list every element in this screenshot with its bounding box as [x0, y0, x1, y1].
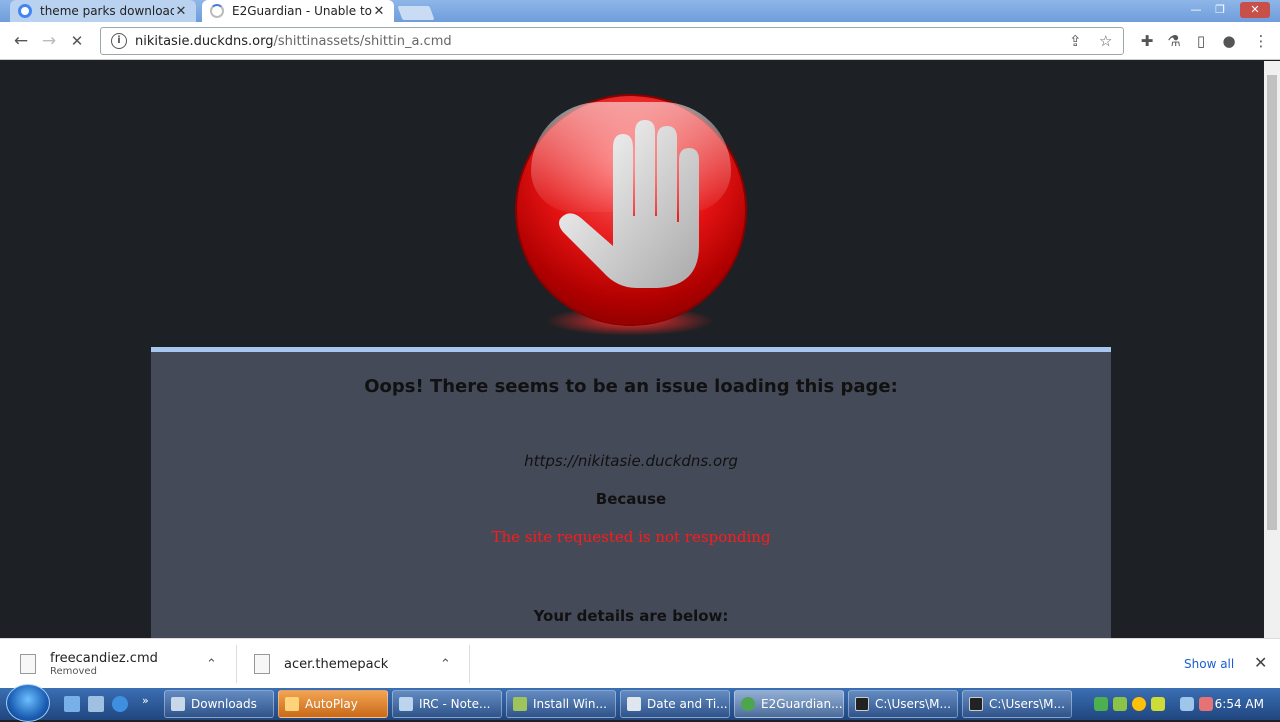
- profile-icon[interactable]: ●: [1218, 30, 1240, 52]
- download-item[interactable]: acer.themepack ⌃: [254, 639, 464, 689]
- chrome-icon: [741, 697, 755, 711]
- show-all-button[interactable]: Show all: [1184, 657, 1234, 671]
- download-item[interactable]: freecandiez.cmd Removed ⌃: [20, 639, 230, 689]
- divider: [469, 645, 470, 683]
- task-install[interactable]: Install Win...: [506, 690, 616, 718]
- chevron-up-icon[interactable]: ⌃: [440, 657, 451, 672]
- network-icon[interactable]: [1094, 697, 1108, 711]
- blocked-site: https://nikitasie.duckdns.org: [524, 452, 738, 470]
- tab-strip: theme parks downloads ✕ E2Guardian - Una…: [0, 0, 1280, 22]
- show-desktop-icon[interactable]: [64, 696, 80, 712]
- 7zip-icon: [969, 697, 983, 711]
- url-host: nikitasie.duckdns.org: [135, 33, 274, 49]
- download-filename: acer.themepack: [284, 656, 389, 672]
- hand-shape: [559, 120, 699, 288]
- google-icon: [18, 4, 32, 18]
- 7zip-icon: [855, 697, 869, 711]
- tab-title: theme parks downloads: [40, 4, 174, 18]
- internet-explorer-icon[interactable]: [112, 696, 128, 712]
- file-icon: [20, 654, 36, 674]
- restore-button[interactable]: ❐: [1208, 2, 1232, 18]
- smiley-icon[interactable]: [1132, 697, 1146, 711]
- error-heading: Oops! There seems to be an issue loading…: [364, 376, 898, 397]
- loading-spinner-icon: [210, 4, 224, 18]
- details-heading: Your details are below:: [533, 607, 729, 625]
- system-tray: 6:54 AM: [1094, 688, 1280, 720]
- task-label: AutoPlay: [305, 697, 358, 711]
- task-cmd-1[interactable]: C:\Users\M...: [848, 690, 958, 718]
- clock-settings-icon: [627, 697, 641, 711]
- monitor-icon[interactable]: [1180, 697, 1194, 711]
- new-tab-button[interactable]: [397, 6, 435, 20]
- task-irc-notepad[interactable]: IRC - Note...: [392, 690, 502, 718]
- labs-icon[interactable]: ⚗: [1163, 30, 1185, 52]
- task-autoplay[interactable]: AutoPlay: [278, 690, 388, 718]
- block-reason: The site requested is not responding: [491, 528, 771, 546]
- task-label: E2Guardian...: [761, 697, 843, 711]
- bookmark-star-icon[interactable]: ☆: [1099, 32, 1112, 50]
- side-panel-icon[interactable]: ▯: [1190, 30, 1212, 52]
- divider: [236, 645, 237, 683]
- tab-title: E2Guardian - Unable to: [232, 4, 372, 18]
- extensions-icon[interactable]: ✚: [1136, 30, 1158, 52]
- close-tab-icon[interactable]: ✕: [174, 4, 188, 19]
- share-icon[interactable]: ⇪: [1069, 32, 1082, 50]
- because-label: Because: [595, 490, 667, 508]
- tab-e2guardian[interactable]: E2Guardian - Unable to ✕: [202, 0, 394, 22]
- error-panel: Oops! There seems to be an issue loading…: [151, 347, 1111, 638]
- info-icon[interactable]: i: [111, 33, 127, 49]
- start-button[interactable]: [6, 684, 50, 722]
- stop-button[interactable]: ✕: [66, 30, 88, 52]
- task-downloads[interactable]: Downloads: [164, 690, 274, 718]
- autoplay-icon: [285, 697, 299, 711]
- close-tab-icon[interactable]: ✕: [372, 4, 386, 19]
- taskbar: » Downloads AutoPlay IRC - Note... Insta…: [0, 684, 1280, 722]
- forward-button[interactable]: →: [38, 30, 60, 52]
- url-text[interactable]: nikitasie.duckdns.org/shittinassets/shit…: [135, 34, 452, 49]
- url-path: /shittinassets/shittin_a.cmd: [273, 33, 452, 49]
- page-content: Oops! There seems to be an issue loading…: [0, 61, 1264, 638]
- task-label: Install Win...: [533, 697, 607, 711]
- installer-icon: [513, 697, 527, 711]
- switch-windows-icon[interactable]: [88, 696, 104, 712]
- task-date-time[interactable]: Date and Ti...: [620, 690, 730, 718]
- task-label: C:\Users\M...: [875, 697, 951, 711]
- tray-app-icon[interactable]: [1113, 697, 1127, 711]
- tab-theme-parks[interactable]: theme parks downloads ✕: [10, 0, 196, 22]
- task-label: C:\Users\M...: [989, 697, 1065, 711]
- back-button[interactable]: ←: [10, 30, 32, 52]
- close-download-bar-icon[interactable]: ✕: [1254, 653, 1267, 672]
- scrollbar-thumb[interactable]: [1267, 75, 1277, 530]
- page-scrollbar[interactable]: [1264, 61, 1280, 638]
- check-icon[interactable]: [1151, 697, 1165, 711]
- download-status: Removed: [50, 666, 97, 677]
- notepad-icon: [399, 697, 413, 711]
- quicklaunch-overflow-icon[interactable]: »: [142, 695, 158, 712]
- folder-icon: [171, 697, 185, 711]
- minimize-button[interactable]: —: [1184, 2, 1208, 18]
- file-icon: [254, 654, 270, 674]
- close-window-button[interactable]: ✕: [1240, 2, 1270, 18]
- stop-hand-icon: [517, 96, 745, 324]
- download-bar: freecandiez.cmd Removed ⌃ acer.themepack …: [0, 638, 1280, 688]
- task-cmd-2[interactable]: C:\Users\M...: [962, 690, 1072, 718]
- clock[interactable]: 6:54 AM: [1215, 697, 1264, 711]
- menu-icon[interactable]: ⋮: [1250, 30, 1272, 52]
- volume-muted-icon[interactable]: [1199, 697, 1213, 711]
- task-label: Downloads: [191, 697, 257, 711]
- task-label: Date and Ti...: [647, 697, 728, 711]
- chevron-up-icon[interactable]: ⌃: [206, 657, 217, 672]
- browser-toolbar: ← → ✕ i nikitasie.duckdns.org/shittinass…: [0, 22, 1280, 60]
- download-filename: freecandiez.cmd: [50, 651, 158, 666]
- task-label: IRC - Note...: [419, 697, 491, 711]
- task-e2guardian[interactable]: E2Guardian...: [734, 690, 844, 718]
- address-bar[interactable]: i nikitasie.duckdns.org/shittinassets/sh…: [100, 27, 1124, 55]
